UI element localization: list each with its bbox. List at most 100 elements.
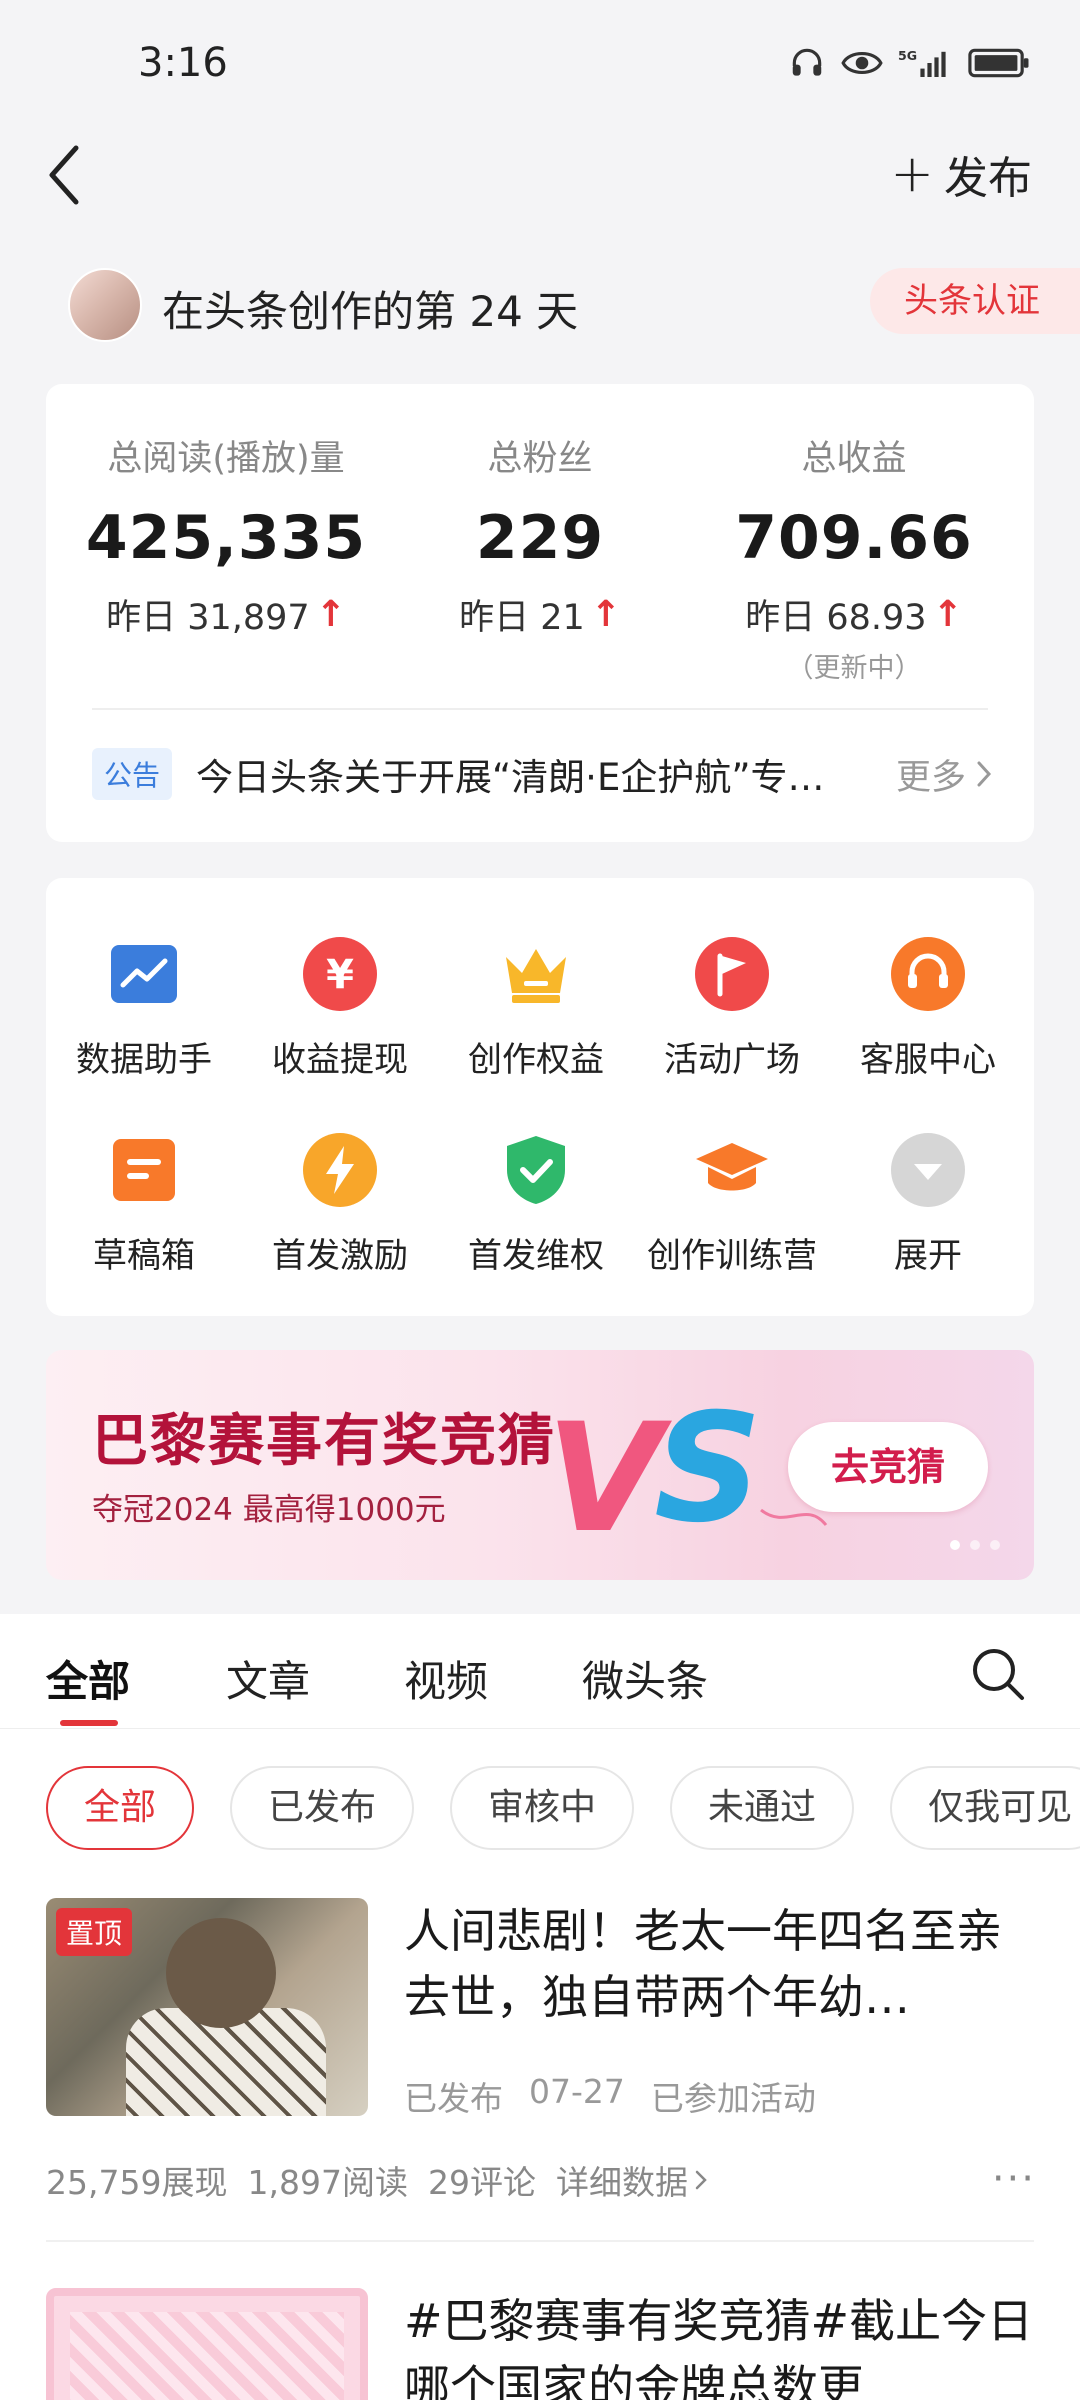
promo-banner[interactable]: 巴黎赛事有奖竞猜 夺冠2024 最高得1000元 V S 去竞猜 [46, 1350, 1034, 1580]
pagination-dot [990, 1540, 1000, 1550]
pinned-tag: 置顶 [56, 1908, 133, 1956]
flag-icon [694, 936, 770, 1012]
stat-note: （更新中） [786, 653, 922, 684]
stat-total-reads[interactable]: 总阅读(播放)量 425,335 昨日 31,897 ↑ [76, 430, 376, 640]
publish-button[interactable]: + 发布 [890, 142, 1032, 206]
search-button[interactable] [968, 1644, 1028, 1704]
article-thumbnail[interactable] [46, 2288, 368, 2400]
up-arrow-icon: ↑ [590, 594, 621, 635]
notice-more-link[interactable]: 更多 [896, 749, 994, 800]
status-bar: 3:16 5G [0, 0, 1080, 130]
stats-card: 总阅读(播放)量 425,335 昨日 31,897 ↑ 总粉丝 229 昨日 … [46, 384, 1034, 842]
tab-all[interactable]: 全部 [46, 1648, 130, 1709]
article-title[interactable]: 人间悲剧！老太一年四名至亲去世，独自带两个年幼… [404, 1898, 1044, 2030]
article-activity: 已参加活动 [650, 2079, 816, 2118]
stat-yesterday: 昨日 31,897 ↑ [76, 589, 376, 640]
banner-subtitle: 夺冠2024 最高得1000元 [92, 1492, 446, 1528]
article-comments: 29评论 [427, 2163, 536, 2202]
tool-label: 展开 [894, 1236, 962, 1276]
tool-customer-service[interactable]: 客服中心 [830, 936, 1026, 1081]
stat-value: 229 [475, 503, 605, 573]
notice-text: 今日头条关于开展“清朗·E企护航”专项行动的公告 [196, 756, 836, 799]
article-thumbnail[interactable]: 置顶 [46, 1898, 368, 2116]
cert-badge[interactable]: 头条认证 [870, 268, 1080, 334]
article-detail-link[interactable]: 详细数据 [556, 2156, 708, 2204]
shield-check-icon [498, 1132, 574, 1208]
tab-micro-posts[interactable]: 微头条 [582, 1648, 708, 1709]
stat-total-income[interactable]: 总收益 709.66 昨日 68.93 ↑ （更新中） [704, 430, 1004, 685]
content-tabs: 全部 文章 视频 微头条 [0, 1614, 1080, 1729]
filter-private[interactable]: 仅我可见 [890, 1766, 1080, 1850]
pagination-dot [970, 1540, 980, 1550]
tab-articles[interactable]: 文章 [226, 1648, 310, 1709]
tool-expand[interactable]: 展开 [830, 1132, 1026, 1277]
article-item[interactable]: 置顶 人间悲剧！老太一年四名至亲去世，独自带两个年幼… 已发布 07-27 已参… [46, 1898, 1046, 2202]
thumbnail-pattern [70, 2312, 344, 2400]
tool-income-withdraw[interactable]: ¥ 收益提现 [242, 936, 438, 1081]
tool-data-assistant[interactable]: 数据助手 [46, 936, 242, 1081]
tool-label: 数据助手 [76, 1040, 212, 1080]
tool-creator-benefits[interactable]: 创作权益 [438, 936, 634, 1081]
tab-videos[interactable]: 视频 [404, 1648, 488, 1709]
active-tab-indicator [60, 1720, 118, 1726]
content-list: 全部 文章 视频 微头条 全部 已发布 审核中 未通过 仅我可见 置顶 人间悲剧… [0, 1614, 1080, 2400]
filter-rejected[interactable]: 未通过 [670, 1766, 855, 1850]
tool-first-publish-protection[interactable]: 首发维权 [438, 1132, 634, 1277]
status-time: 3:16 [138, 40, 228, 86]
tool-label: 客服中心 [860, 1040, 996, 1080]
tool-drafts[interactable]: 草稿箱 [46, 1132, 242, 1277]
status-filters: 全部 已发布 审核中 未通过 仅我可见 [46, 1766, 1080, 1850]
vs-letter-s: S [654, 1382, 762, 1556]
article-stats: 25,759展现 1,897阅读 29评论 详细数据 [46, 2156, 708, 2204]
stat-total-fans[interactable]: 总粉丝 229 昨日 21 ↑ [390, 430, 690, 640]
stat-value: 709.66 [735, 503, 973, 573]
plus-icon: + [890, 144, 934, 204]
filter-published[interactable]: 已发布 [230, 1766, 415, 1850]
more-options-icon[interactable]: ··· [992, 2156, 1036, 2202]
thumbnail-face [166, 1918, 276, 2028]
signal-5g-icon: 5G [898, 44, 954, 86]
tool-label: 草稿箱 [93, 1236, 195, 1276]
chevron-left-icon [49, 145, 79, 205]
tool-creator-training-camp[interactable]: 创作训练营 [634, 1132, 830, 1277]
chevron-right-icon [977, 761, 992, 787]
tool-label: 收益提现 [272, 1040, 408, 1080]
tool-activity-square[interactable]: 活动广场 [634, 936, 830, 1081]
publish-label: 发布 [944, 153, 1032, 204]
tool-label: 创作权益 [468, 1040, 604, 1080]
article-impressions: 25,759展现 [46, 2163, 228, 2202]
banner-cta-button[interactable]: 去竞猜 [788, 1422, 988, 1512]
stat-label: 总阅读(播放)量 [107, 439, 345, 479]
stat-yesterday-value: 昨日 68.93 [745, 598, 927, 638]
filter-under-review[interactable]: 审核中 [450, 1766, 635, 1850]
article-reads: 1,897阅读 [247, 2163, 408, 2202]
avatar[interactable] [68, 268, 142, 342]
crown-icon [498, 936, 574, 1012]
battery-icon [968, 44, 1032, 86]
status-icons: 5G [788, 44, 1032, 86]
article-date: 07-27 [529, 2072, 625, 2111]
tool-label: 首发维权 [468, 1236, 604, 1276]
tool-first-publish-incentive[interactable]: 首发激励 [242, 1132, 438, 1277]
tool-label: 首发激励 [272, 1236, 408, 1276]
article-detail-label: 详细数据 [555, 2163, 688, 2202]
creator-days-text: 在头条创作的第 24 天 [162, 287, 579, 336]
chevron-right-icon [695, 2170, 707, 2190]
up-arrow-icon: ↑ [932, 594, 963, 635]
stat-yesterday-value: 昨日 31,897 [106, 598, 310, 638]
stat-yesterday: 昨日 21 ↑ [390, 589, 690, 640]
article-divider [46, 2240, 1034, 2242]
article-title[interactable]: #巴黎赛事有奖竞猜#截止今日哪个国家的金牌总数更 [404, 2288, 1044, 2400]
stat-yesterday-value: 昨日 21 [459, 598, 585, 638]
article-item[interactable]: #巴黎赛事有奖竞猜#截止今日哪个国家的金牌总数更 [46, 2288, 1046, 2400]
back-button[interactable] [40, 140, 90, 210]
pagination-dot [950, 1540, 960, 1550]
stat-value: 425,335 [85, 503, 367, 573]
expand-icon [890, 1132, 966, 1208]
article-status: 已发布 [404, 2079, 503, 2118]
tool-label: 创作训练营 [647, 1236, 817, 1276]
banner-pagination [950, 1540, 1000, 1550]
creator-dashboard: 3:16 5G + 发布 在头条创作的第 24 天 头条认证 总阅读(播放)量 … [0, 0, 1080, 2400]
filter-all[interactable]: 全部 [46, 1766, 195, 1850]
notice-row[interactable]: 公告 今日头条关于开展“清朗·E企护航”专项行动的公告 更多 [92, 748, 994, 800]
